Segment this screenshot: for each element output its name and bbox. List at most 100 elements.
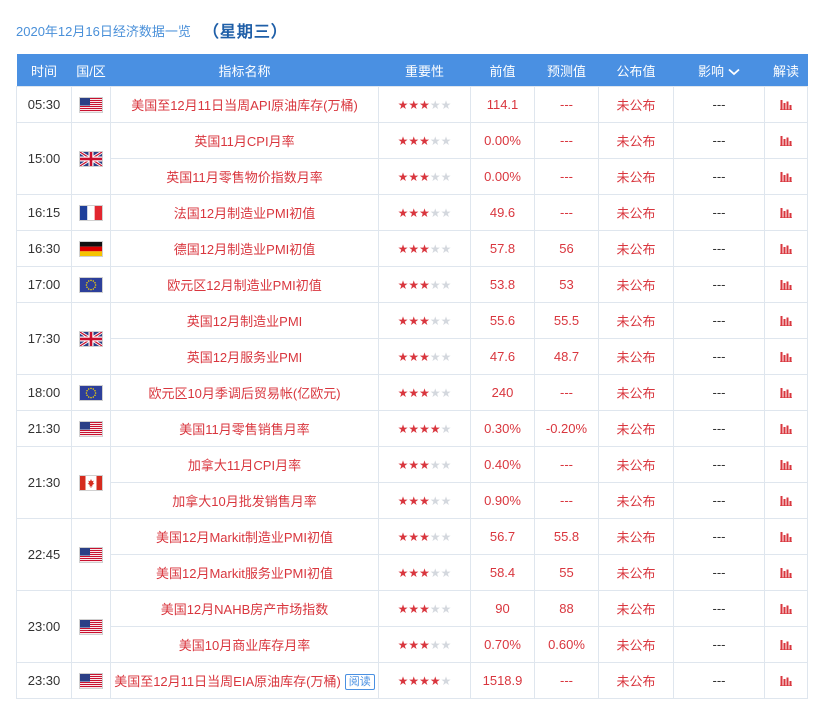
col-header-impact[interactable]: 影响 (673, 54, 765, 87)
indicator-name[interactable]: 英国11月CPI月率 (194, 134, 294, 149)
indicator-name[interactable]: 英国12月制造业PMI (187, 314, 303, 329)
actual-value: 未公布 (598, 194, 674, 231)
star-icon: ★ (440, 314, 452, 328)
forecast-value: 48.7 (534, 338, 599, 375)
impact-header-label: 影响 (697, 63, 724, 79)
indicator-name[interactable]: 加拿大11月CPI月率 (188, 458, 301, 473)
indicator-name[interactable]: 德国12月制造业PMI初值 (174, 242, 316, 257)
bar-chart-icon[interactable] (780, 674, 792, 689)
indicator-cell[interactable]: 美国至12月11日当周EIA原油库存(万桶) 阅读 (110, 662, 379, 699)
us-flag-icon (80, 620, 102, 635)
bar-chart-icon[interactable] (780, 278, 792, 293)
star-icon: ★ (397, 422, 409, 436)
interpret-cell[interactable] (764, 374, 808, 411)
indicator-cell[interactable]: 德国12月制造业PMI初值 (110, 230, 379, 267)
interpret-cell[interactable] (764, 410, 808, 447)
indicator-name[interactable]: 美国12月Markit服务业PMI初值 (156, 566, 333, 581)
indicator-cell[interactable]: 美国至12月11日当周API原油库存(万桶) (110, 86, 379, 123)
importance-cell: ★★★★★ (378, 374, 471, 411)
importance-stars: ★★★★★ (398, 530, 452, 544)
importance-cell: ★★★★★ (378, 266, 471, 303)
indicator-cell[interactable]: 加拿大10月批发销售月率 (110, 482, 379, 519)
region-cell (71, 194, 111, 231)
indicator-name[interactable]: 美国12月Markit制造业PMI初值 (156, 530, 333, 545)
indicator-name[interactable]: 欧元区12月制造业PMI初值 (167, 278, 322, 293)
indicator-name[interactable]: 美国11月零售销售月率 (179, 422, 310, 437)
bar-chart-icon[interactable] (780, 566, 792, 581)
indicator-cell[interactable]: 欧元区12月制造业PMI初值 (110, 266, 379, 303)
region-cell (71, 662, 111, 699)
bar-chart-icon[interactable] (780, 422, 792, 437)
indicator-cell[interactable]: 英国12月制造业PMI (110, 302, 379, 339)
indicator-name[interactable]: 美国12月NAHB房产市场指数 (161, 602, 329, 617)
impact-value: --- (673, 518, 765, 555)
bar-chart-icon[interactable] (780, 134, 792, 149)
indicator-name[interactable]: 英国11月零售物价指数月率 (166, 170, 323, 185)
indicator-cell[interactable]: 英国11月零售物价指数月率 (110, 158, 379, 195)
interpret-cell[interactable] (764, 662, 808, 699)
indicator-cell[interactable]: 法国12月制造业PMI初值 (110, 194, 379, 231)
bar-chart-icon[interactable] (780, 602, 792, 617)
bar-chart-icon[interactable] (780, 98, 792, 113)
interpret-cell[interactable] (764, 518, 808, 555)
table-row: 加拿大10月批发销售月率 ★★★★★ 0.90% --- 未公布 --- (17, 482, 808, 519)
interpret-cell[interactable] (764, 626, 808, 663)
bar-chart-icon[interactable] (780, 530, 792, 545)
us-flag-icon (80, 548, 102, 563)
read-tag-button[interactable]: 阅读 (344, 674, 375, 691)
indicator-name[interactable]: 英国12月服务业PMI (187, 350, 303, 365)
actual-value: 未公布 (598, 230, 674, 267)
bar-chart-icon[interactable] (780, 314, 792, 329)
interpret-cell[interactable] (764, 482, 808, 519)
interpret-cell[interactable] (764, 230, 808, 267)
star-icon: ★ (429, 566, 441, 580)
indicator-cell[interactable]: 美国10月商业库存月率 (110, 626, 379, 663)
star-icon: ★ (397, 674, 409, 688)
indicator-name[interactable]: 法国12月制造业PMI初值 (174, 206, 316, 221)
indicator-cell[interactable]: 美国12月Markit制造业PMI初值 (110, 518, 379, 555)
interpret-cell[interactable] (764, 122, 808, 159)
star-icon: ★ (419, 674, 430, 688)
interpret-cell[interactable] (764, 266, 808, 303)
interpret-cell[interactable] (764, 302, 808, 339)
indicator-cell[interactable]: 美国11月零售销售月率 (110, 410, 379, 447)
star-icon: ★ (408, 206, 420, 220)
table-row: 23:30 美国至12月11日当周EIA原油库存(万桶) 阅读 ★★★★★ 1518.9… (16, 662, 808, 699)
indicator-name[interactable]: 加拿大10月批发销售月率 (172, 494, 316, 509)
importance-stars: ★★★★★ (398, 206, 452, 220)
interpret-cell[interactable] (764, 158, 808, 195)
indicator-cell[interactable]: 美国12月NAHB房产市场指数 (110, 590, 379, 627)
interpret-cell[interactable] (764, 590, 808, 627)
impact-value: --- (673, 446, 765, 483)
bar-chart-icon[interactable] (780, 386, 792, 401)
bar-chart-icon[interactable] (780, 458, 792, 473)
indicator-name[interactable]: 欧元区10月季调后贸易帐(亿欧元) (148, 386, 340, 401)
forecast-value: --- (534, 86, 599, 123)
indicator-cell[interactable]: 加拿大11月CPI月率 (110, 446, 379, 483)
interpret-cell[interactable] (764, 338, 808, 375)
region-cell (71, 518, 111, 591)
indicator-name[interactable]: 美国至12月11日当周API原油库存(万桶) (131, 98, 358, 113)
bar-chart-icon[interactable] (780, 494, 792, 509)
indicator-cell[interactable]: 美国12月Markit服务业PMI初值 (110, 554, 379, 591)
interpret-cell[interactable] (764, 86, 808, 123)
indicator-cell[interactable]: 英国11月CPI月率 (110, 122, 379, 159)
star-icon: ★ (419, 314, 430, 328)
indicator-cell[interactable]: 英国12月服务业PMI (110, 338, 379, 375)
star-icon: ★ (408, 494, 420, 508)
bar-chart-icon[interactable] (780, 170, 792, 185)
bar-chart-icon[interactable] (780, 350, 792, 365)
star-icon: ★ (408, 386, 420, 400)
star-icon: ★ (419, 494, 430, 508)
bar-chart-icon[interactable] (780, 242, 792, 257)
bar-chart-icon[interactable] (780, 206, 792, 221)
actual-value: 未公布 (598, 122, 674, 159)
indicator-name[interactable]: 美国10月商业库存月率 (179, 638, 310, 653)
interpret-cell[interactable] (764, 194, 808, 231)
table-row: 18:00 欧元区10月季调后贸易帐(亿欧元) ★★★★★ 240 --- 未公布 --- (16, 374, 808, 411)
indicator-cell[interactable]: 欧元区10月季调后贸易帐(亿欧元) (110, 374, 379, 411)
interpret-cell[interactable] (764, 554, 808, 591)
indicator-name[interactable]: 美国至12月11日当周EIA原油库存(万桶) (114, 674, 341, 689)
interpret-cell[interactable] (764, 446, 808, 483)
bar-chart-icon[interactable] (780, 638, 792, 653)
